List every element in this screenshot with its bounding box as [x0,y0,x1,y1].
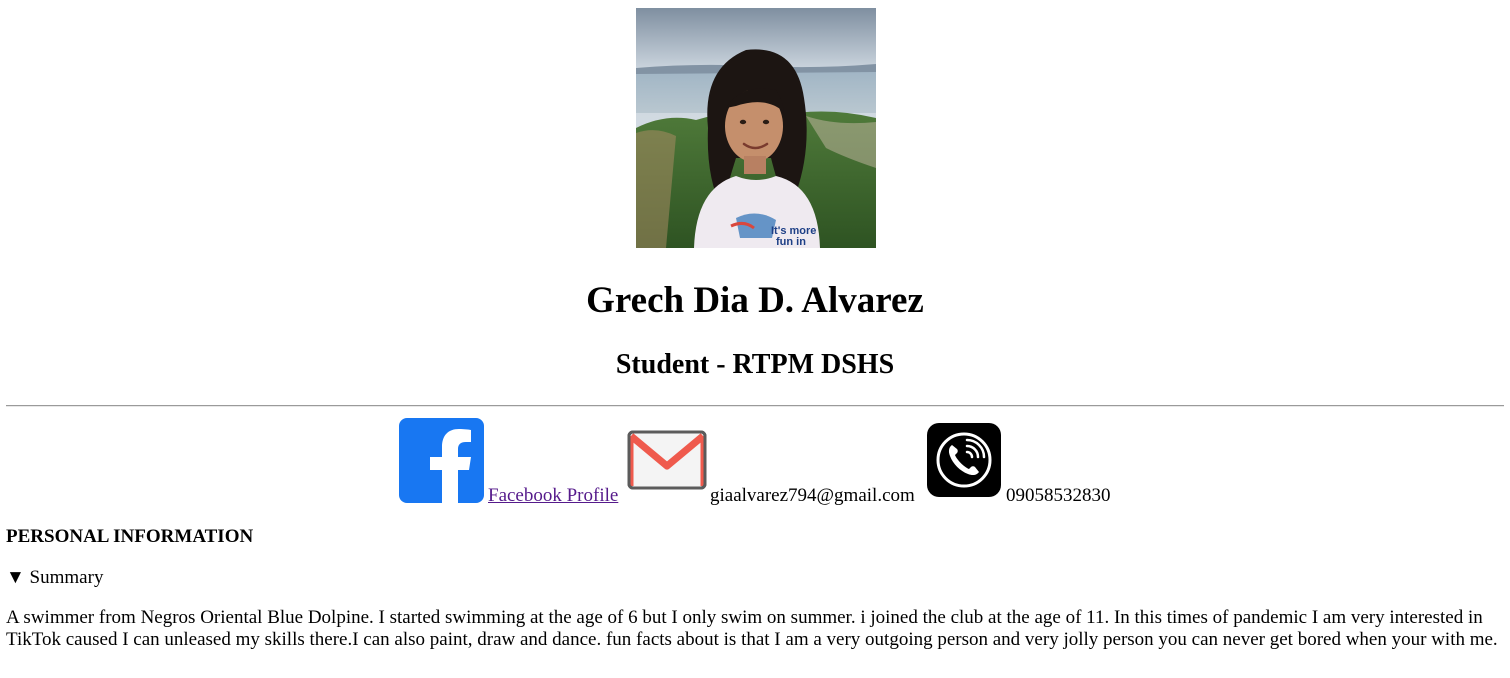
facebook-icon[interactable] [399,418,484,503]
profile-role: Student - RTPM DSHS [615,349,895,380]
phone-number: 09058532830 [1006,485,1111,506]
summary-toggle[interactable]: ▼ Summary [6,566,103,590]
svg-text:fun in: fun in [776,236,806,248]
facebook-profile-link[interactable]: Facebook Profile [488,484,618,508]
profile-name: Grech Dia D. Alvarez [586,280,924,321]
profile-photo: It's more fun in [636,8,876,248]
personal-information-heading: PERSONAL INFORMATION [6,526,254,547]
phone-icon [927,423,1001,497]
summary-text: A swimmer from Negros Oriental Blue Dolp… [6,607,1498,650]
section-divider [6,405,1504,407]
mail-icon [627,430,707,490]
email-address: giaalvarez794@gmail.com [710,485,915,506]
